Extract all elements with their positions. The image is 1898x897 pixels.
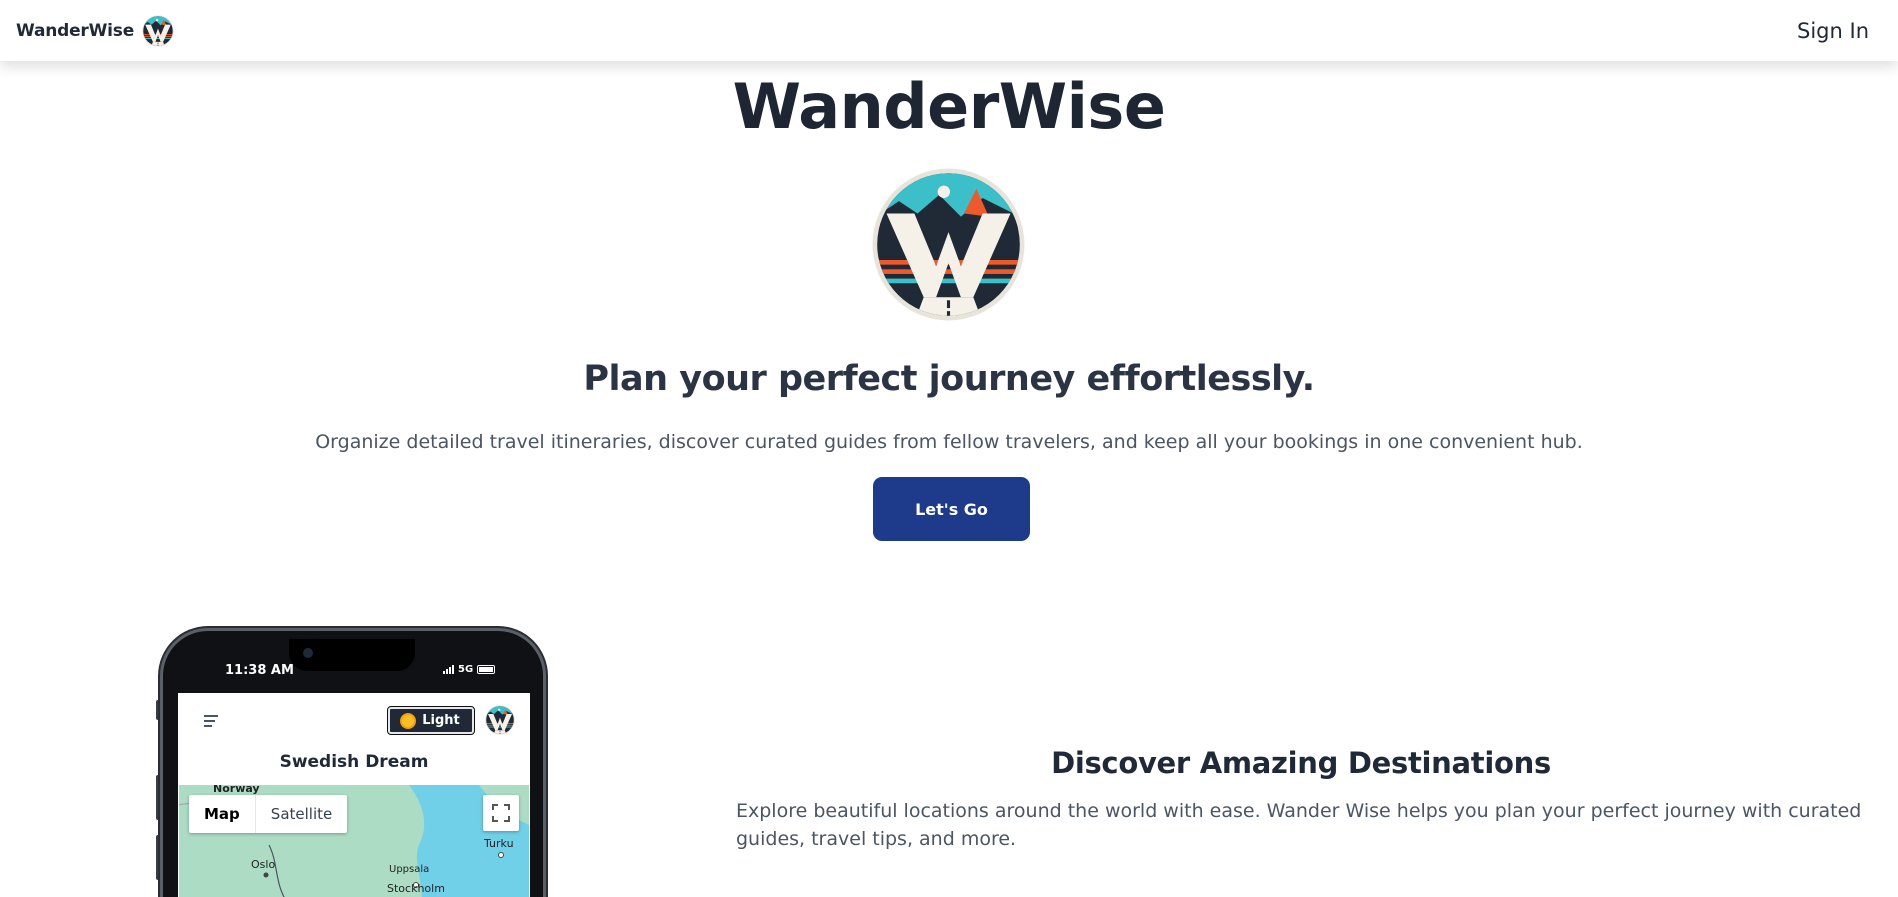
phone-screen: Light Swedish Dream Norway Oslo Uppsala … [178, 693, 530, 897]
network-label: 5G [458, 664, 474, 675]
status-icons: 5G [443, 664, 496, 675]
status-time: 11:38 AM [225, 663, 294, 678]
map-tab-map[interactable]: Map [189, 795, 256, 833]
fullscreen-icon [492, 804, 510, 822]
map-label: Oslo [251, 858, 276, 871]
trip-title: Swedish Dream [279, 752, 429, 772]
signal-icon [443, 665, 454, 674]
menu-icon[interactable] [204, 715, 218, 730]
section-description: Explore beautiful locations around the w… [736, 800, 1862, 850]
theme-toggle-button[interactable]: Light [387, 706, 475, 735]
sun-icon [402, 714, 415, 727]
fullscreen-button[interactable] [483, 795, 519, 831]
map-label: Norway [213, 785, 260, 795]
logo-icon [871, 167, 1026, 322]
map-label: Stockholm [387, 882, 445, 895]
lets-go-button[interactable]: Let's Go [873, 477, 1030, 541]
section-title: Discover Amazing Destinations [1051, 746, 1551, 780]
top-navbar: WanderWise Sign In [0, 0, 1898, 61]
hero-title: WanderWise [732, 70, 1166, 143]
phone-mockup: 11:38 AM 5G Light Swedish Dream Norway O… [160, 628, 546, 897]
sign-in-link[interactable]: Sign In [1797, 19, 1869, 43]
map-type-toggle: Map Satellite [189, 795, 348, 833]
theme-toggle-label: Light [422, 713, 460, 728]
battery-icon [477, 665, 496, 674]
map-view[interactable]: Norway Oslo Uppsala Stockholm Turku Map … [179, 785, 529, 897]
camera-icon [303, 648, 313, 658]
logo-icon[interactable] [142, 15, 174, 47]
map-label: Uppsala [389, 864, 430, 875]
avatar[interactable] [485, 705, 515, 735]
hero-tagline: Plan your perfect journey effortlessly. [583, 359, 1315, 399]
map-label: Turku [484, 837, 514, 850]
map-tab-satellite[interactable]: Satellite [256, 795, 347, 833]
brand-name[interactable]: WanderWise [16, 21, 134, 41]
brand[interactable]: WanderWise [16, 15, 174, 47]
hero-description: Organize detailed travel itineraries, di… [315, 431, 1583, 453]
